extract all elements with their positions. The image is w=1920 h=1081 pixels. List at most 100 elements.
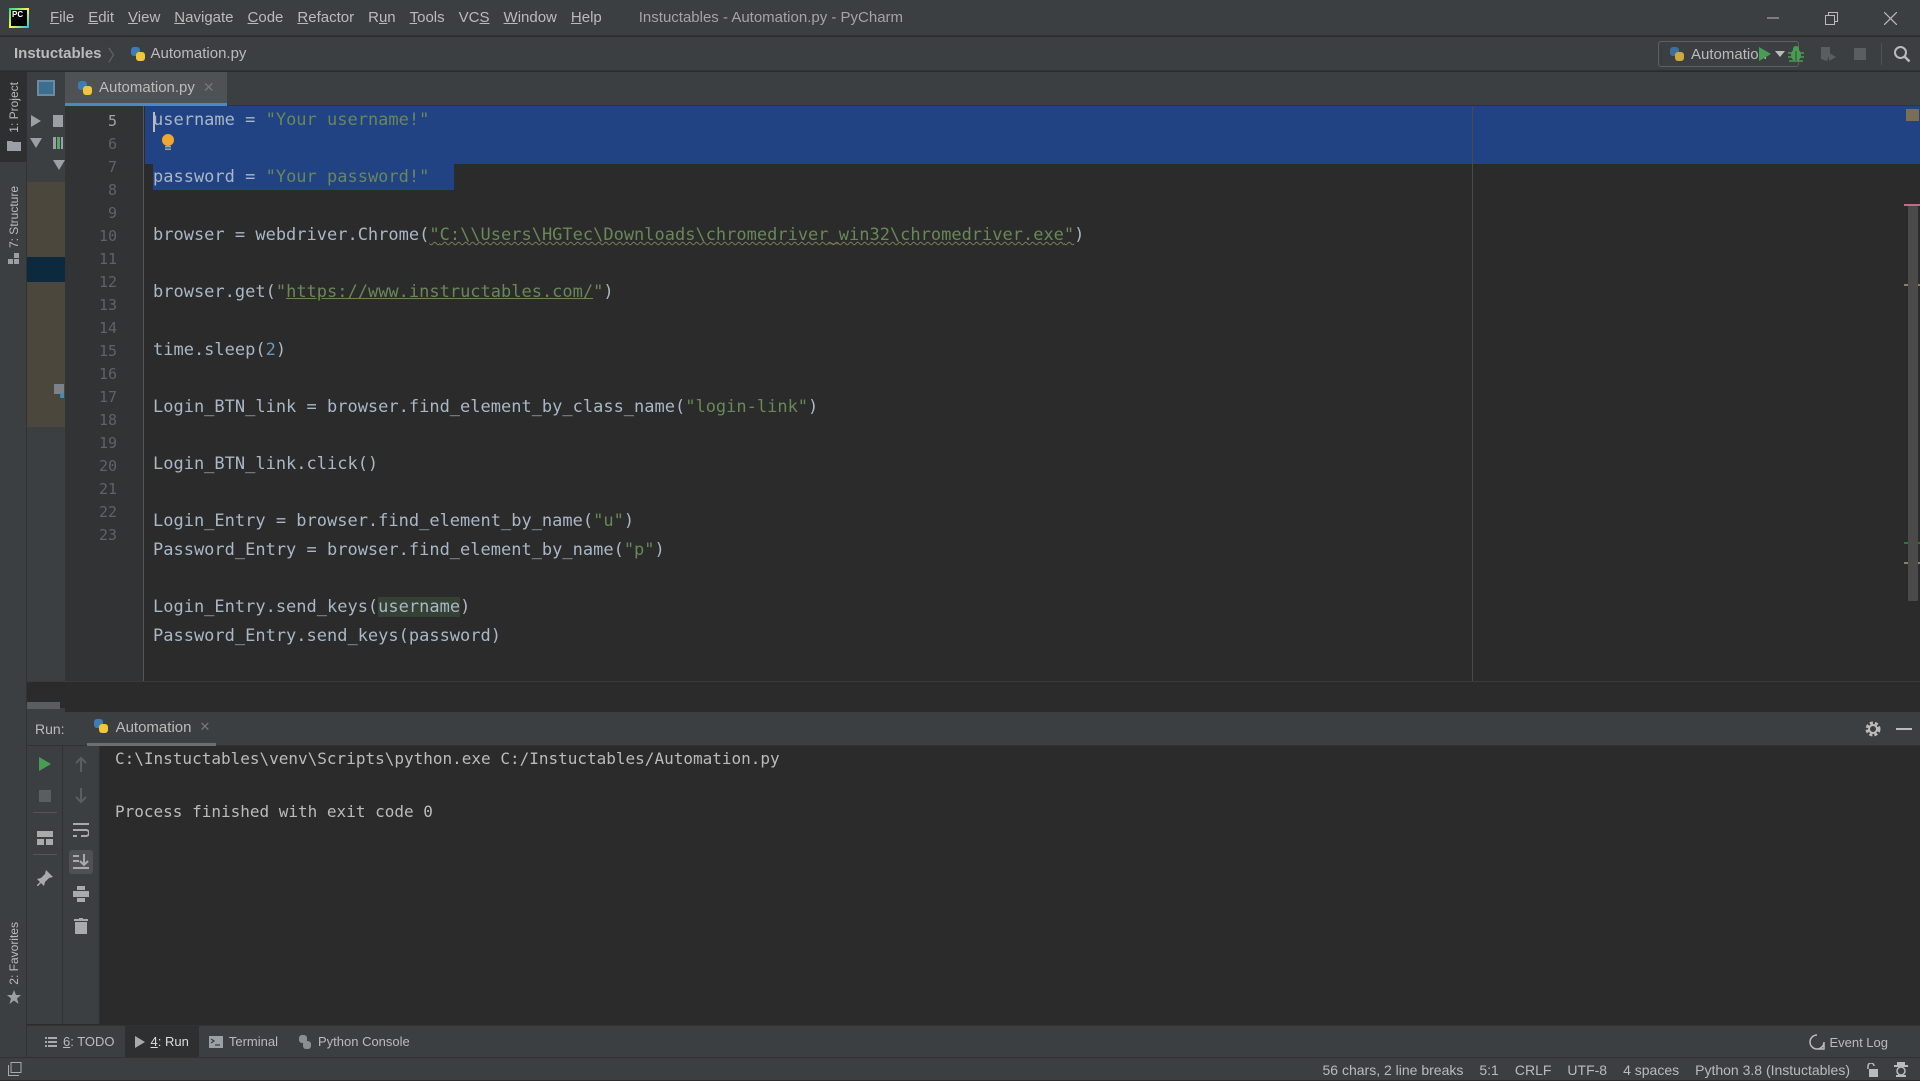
pin-tab-button[interactable] [35,868,55,888]
menu-run[interactable]: Run [361,0,403,36]
run-tab-automation[interactable]: Automation ✕ [86,712,217,746]
restore-button[interactable] [1802,0,1861,36]
tool-tab-structure[interactable]: 7: Structure [0,186,27,265]
layout-icon [37,831,53,845]
menu-mnemonic: W [503,8,518,26]
menu-window[interactable]: Window [497,0,564,36]
url-link[interactable]: https://www.instructables.com/ [286,282,593,302]
code-token: Password_Entry.send_keys(password) [153,626,501,646]
python-interpreter[interactable]: Python 3.8 (Instuctables) [1695,1062,1850,1078]
code-line-7: password = "Your password!" [153,165,429,189]
tree-item-highlight[interactable] [27,282,65,427]
stop-button[interactable] [1851,45,1869,63]
line-number: 21 [98,480,117,498]
event-log-icon [1809,1034,1826,1050]
breadcrumb-file[interactable]: Automation.py [151,45,247,62]
menu-edit[interactable]: Edit [81,0,121,36]
unlock-icon[interactable] [1866,1062,1878,1077]
scroll-down-button[interactable] [71,786,91,806]
run-with-coverage-button[interactable] [1819,45,1837,63]
left-tool-strip: 1: Project 7: Structure 2: Favorites [0,72,27,1062]
soft-wrap-button[interactable] [71,820,91,840]
tree-node[interactable] [27,132,65,154]
menu-code[interactable]: Code [241,0,291,36]
line-separator[interactable]: CRLF [1515,1062,1552,1078]
stop-icon [39,790,51,802]
minimize-icon [1766,17,1779,19]
debug-button[interactable] [1787,45,1805,63]
clear-all-button[interactable] [71,916,91,936]
gear-icon[interactable] [1864,720,1882,738]
run-configuration-dropdown[interactable]: Automation [1658,41,1799,67]
close-tab-icon[interactable]: ✕ [199,719,210,735]
run-label: : Run [157,1034,189,1049]
run-panel-header: Run: Automation ✕ [27,712,1920,746]
menu-bar: File Edit View Navigate Code Refactor Ru… [43,0,609,36]
run-console-output[interactable]: C:\Instuctables\venv\Scripts\python.exe … [100,746,1920,1024]
tree-node[interactable] [27,110,65,132]
code-token: Password_Entry = browser.find_element_by… [153,540,624,560]
menu-refactor[interactable]: Refactor [290,0,361,36]
scroll-to-end-button[interactable] [69,850,93,874]
editor-tab-label: Automation.py [99,79,195,96]
menu-view[interactable]: View [121,0,167,36]
indent-setting[interactable]: 4 spaces [1623,1062,1679,1078]
rerun-button[interactable] [35,754,55,774]
quote: " [593,282,604,302]
run-toolbar-primary [27,746,63,1024]
python-icon [298,1034,312,1049]
tree-item-selected[interactable] [27,257,65,282]
todo-label: : TODO [70,1034,115,1049]
tool-tab-python-console[interactable]: Python Console [288,1026,420,1058]
tool-tab-run[interactable]: 4: Run [124,1025,199,1058]
menu-help[interactable]: Help [564,0,609,36]
tool-tab-favorites[interactable]: 2: Favorites [0,922,27,1004]
vertical-scrollbar[interactable] [1908,206,1918,601]
line-number-gutter: 5 6 7 8 9 10 11 12 13 14 15 16 17 18 19 … [65,106,144,681]
close-tab-icon[interactable]: ✕ [203,79,215,96]
list-icon [45,1036,57,1047]
string-literal: "Your username!" [265,110,430,130]
menu-tools[interactable]: Tools [403,0,452,36]
event-log-label: Event Log [1829,1034,1888,1050]
inspection-status-icon[interactable] [1906,109,1919,121]
file-path-string[interactable]: C:\\Users\HGTec\Downloads\chromedriver_w… [440,225,1064,245]
hector-inspector-icon[interactable] [1894,1062,1908,1077]
stop-run-button[interactable] [35,786,55,806]
code-line-5: username = "Your username!" [153,108,429,132]
code-token: password = [153,167,266,187]
scroll-up-button[interactable] [71,754,91,774]
lightbulb-icon[interactable] [161,134,175,152]
code-editor[interactable]: username = "Your username!" password = "… [145,106,1920,681]
breadcrumb-project[interactable]: Instuctables [14,45,102,62]
play-icon [134,1035,145,1048]
number-literal: 2 [265,340,276,360]
search-everywhere-button[interactable] [1893,45,1911,63]
print-button[interactable] [71,884,91,904]
menu-vcs[interactable]: VCS [452,0,497,36]
tree-item-highlight[interactable] [27,182,65,257]
menu-navigate[interactable]: Navigate [167,0,240,36]
code-token: ) [460,597,471,617]
code-line-22: Login_Entry.send_keys(username) [153,595,470,619]
caret-position[interactable]: 5:1 [1479,1062,1498,1078]
string-literal: "p" [623,540,655,560]
tree-node[interactable] [27,156,65,178]
quote: " [275,282,287,302]
project-view-toggle-icon[interactable] [37,80,55,96]
library-icon [53,137,63,149]
menu-file[interactable]: File [43,0,81,36]
restore-layout-button[interactable] [35,828,55,848]
tool-tab-terminal[interactable]: Terminal [199,1026,288,1058]
minimize-panel-icon[interactable] [1896,728,1912,730]
toggle-tool-windows-icon[interactable] [8,1062,22,1076]
close-window-button[interactable] [1861,0,1920,36]
horizontal-scrollbar[interactable] [27,702,60,709]
event-log-button[interactable]: Event Log [1809,1026,1888,1058]
run-button[interactable] [1756,45,1774,63]
minimize-button[interactable] [1743,0,1802,36]
tool-tab-project[interactable]: 1: Project [0,72,27,162]
tool-tab-todo[interactable]: 6: TODO [35,1026,125,1058]
file-encoding[interactable]: UTF-8 [1567,1062,1607,1078]
editor-tab-automation[interactable]: Automation.py ✕ [65,72,227,106]
